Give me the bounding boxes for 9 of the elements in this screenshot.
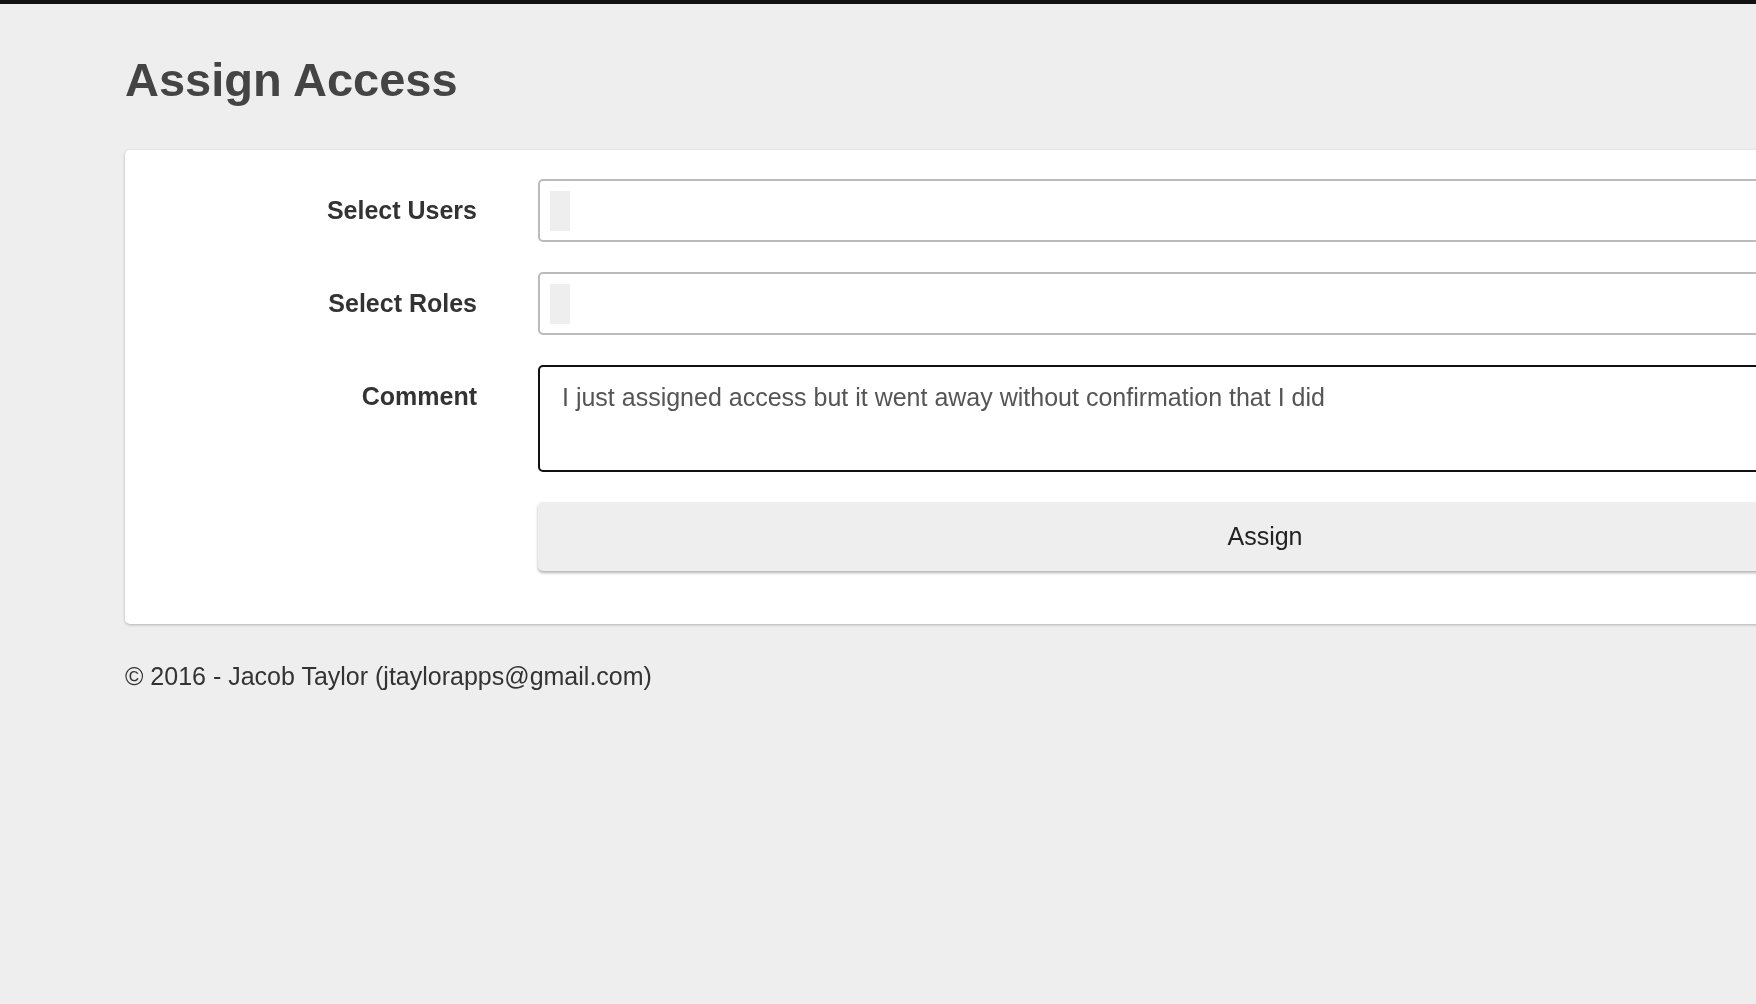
footer-text: © 2016 - Jacob Taylor (jtaylorapps@gmail.com) <box>125 662 652 691</box>
comment-field[interactable]: I just assigned access but it went away without confirmation that I did <box>538 365 1756 472</box>
select-field[interactable] <box>538 179 1756 242</box>
field-label: Select Users <box>326 195 477 226</box>
page-title: Assign Access <box>125 52 458 108</box>
assign-button[interactable]: Assign <box>538 502 1756 571</box>
select-field[interactable] <box>538 272 1756 335</box>
field-label: Comment <box>361 381 477 412</box>
field-label: Select Roles <box>328 288 477 319</box>
